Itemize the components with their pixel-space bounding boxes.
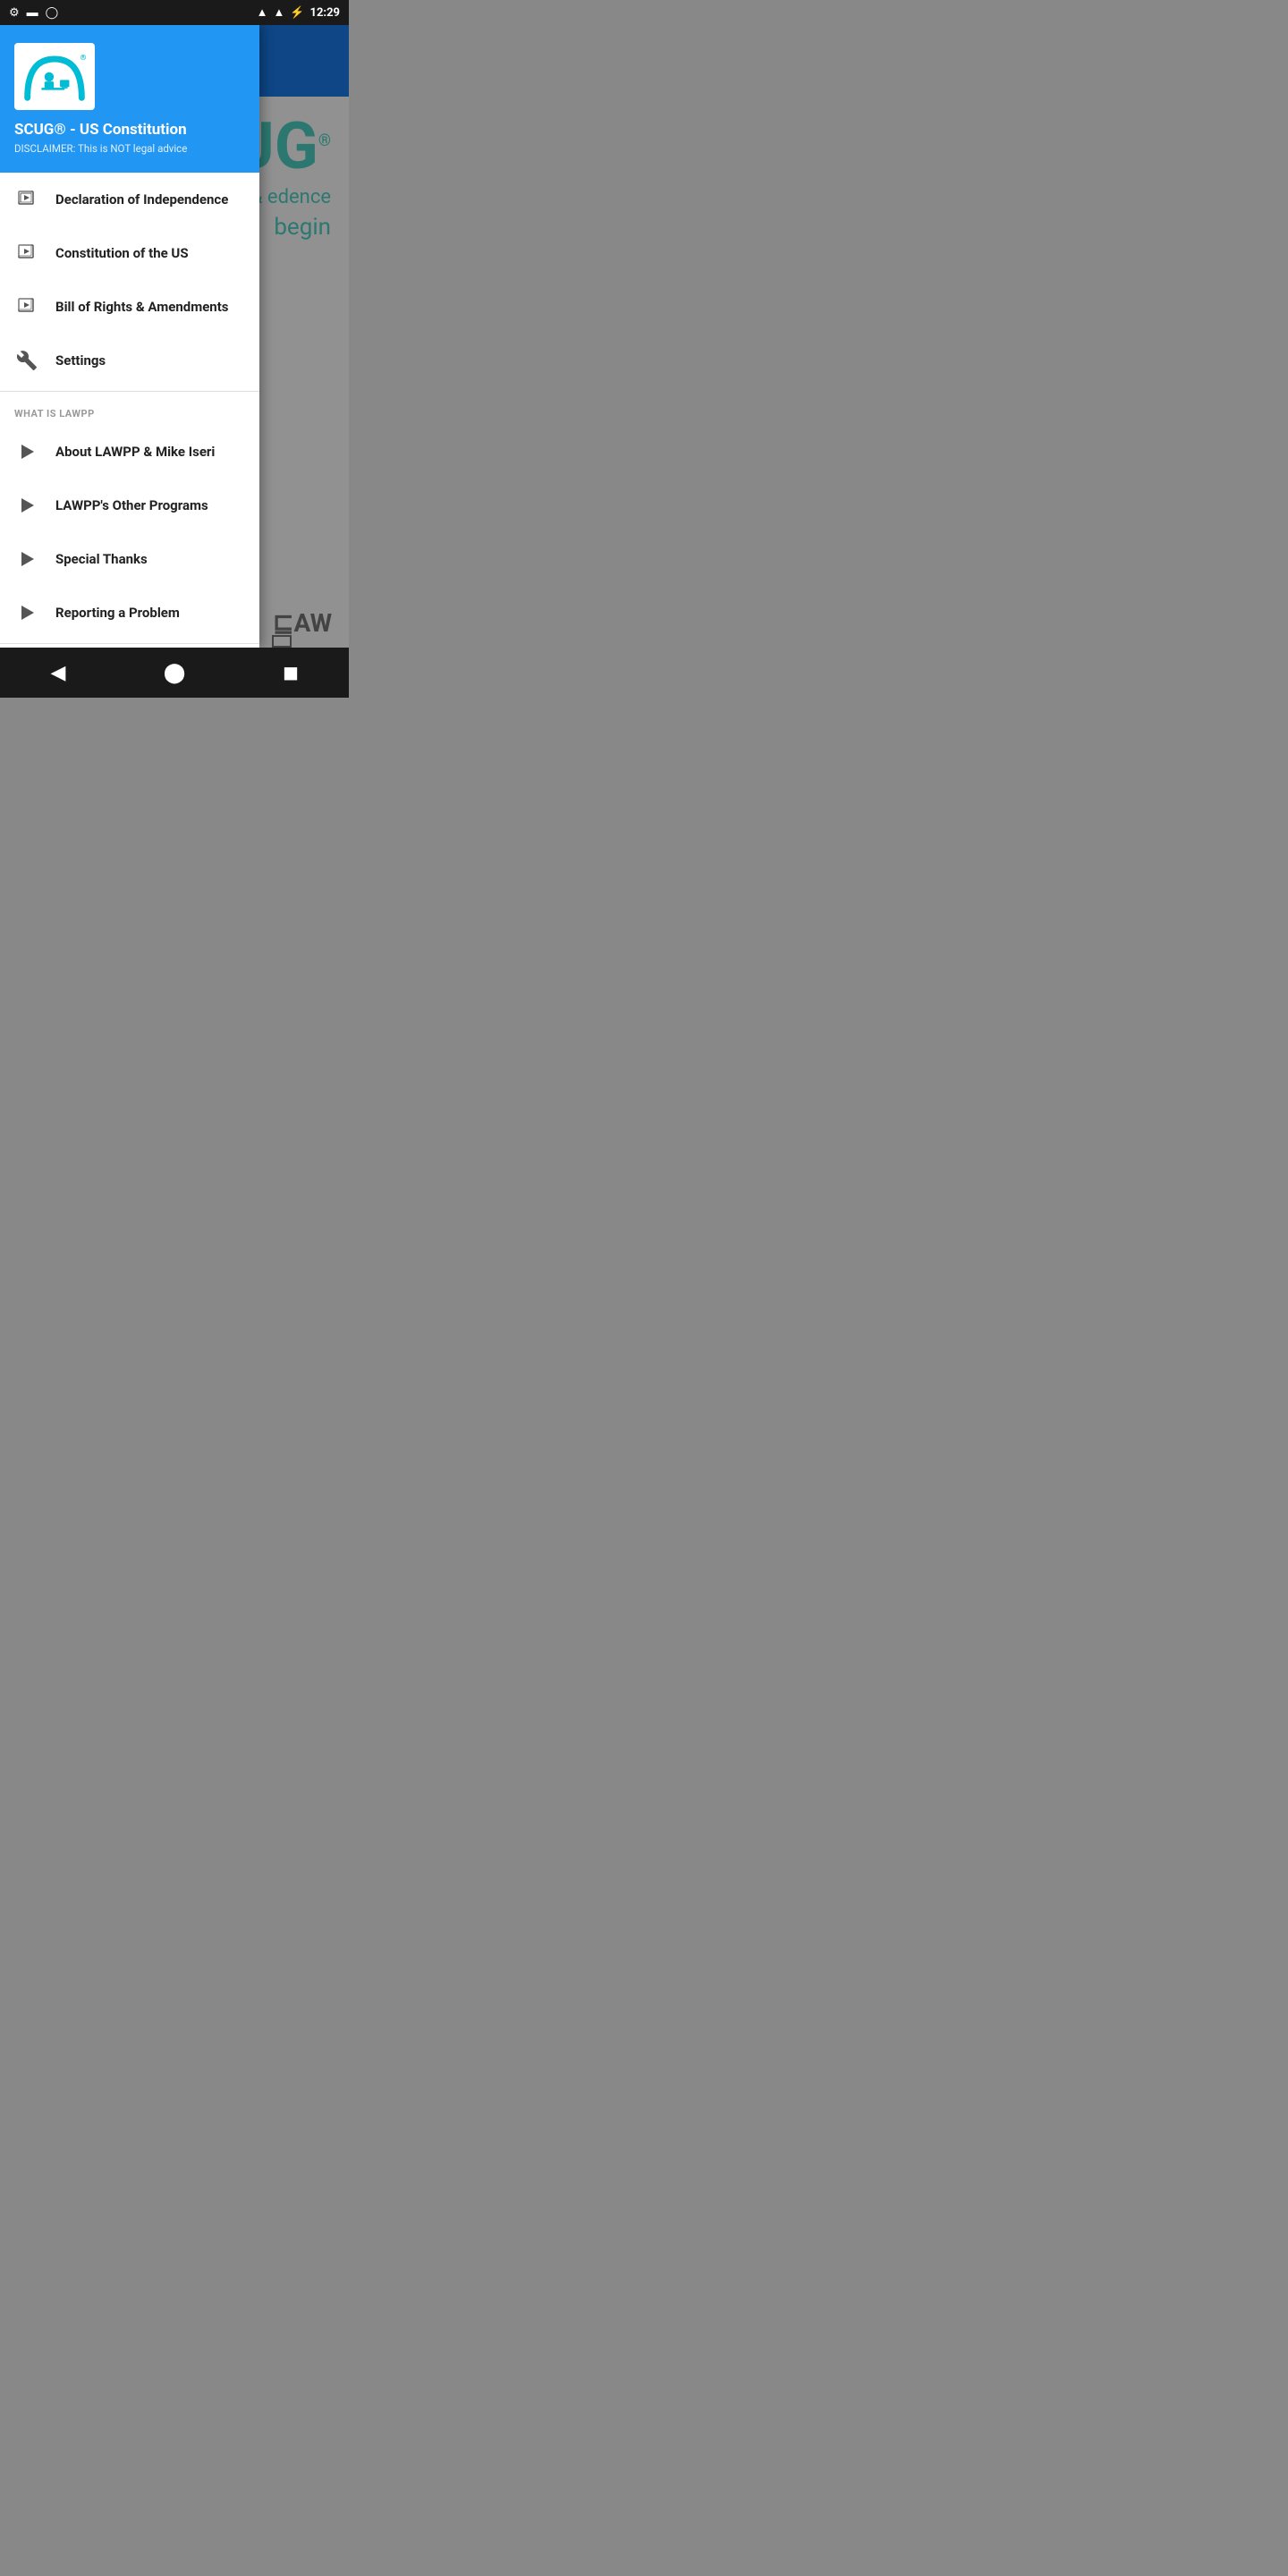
circle-status-icon: ◯ [46,6,59,20]
back-button[interactable]: ◀ [40,655,76,691]
video-library-icon-2 [14,241,39,266]
svg-text:®: ® [80,54,87,63]
play-icon-2 [14,493,39,518]
recent-button[interactable]: ◼ [273,655,309,691]
play-icon-4 [14,600,39,625]
drawer-menu-main: Declaration of Independence Constitution… [0,173,259,648]
status-time: 12:29 [310,6,341,20]
menu-item-report-problem[interactable]: Reporting a Problem [0,586,259,640]
menu-item-declaration[interactable]: Declaration of Independence [0,173,259,226]
menu-label-bill-of-rights: Bill of Rights & Amendments [55,299,229,315]
drawer-scrim[interactable] [259,25,349,648]
menu-label-special-thanks: Special Thanks [55,551,148,567]
video-library-icon-1 [14,187,39,212]
menu-item-special-thanks[interactable]: Special Thanks [0,532,259,586]
navigation-drawer: ® SCUG® - US Constitution DISCLAIMER: Th… [0,25,259,648]
drawer-header: ® SCUG® - US Constitution DISCLAIMER: Th… [0,25,259,173]
drawer-app-name: SCUG® - US Constitution [14,121,245,139]
menu-item-constitution[interactable]: Constitution of the US [0,226,259,280]
home-button[interactable]: ⬤ [157,655,192,691]
menu-item-settings[interactable]: Settings [0,334,259,387]
menu-item-about[interactable]: About LAWPP & Mike Iseri [0,425,259,479]
divider-2 [0,643,259,644]
status-icons-right: ▲ ▲ ⚡ 12:29 [257,5,340,20]
menu-label-other-programs: LAWPP's Other Programs [55,497,208,513]
play-icon-3 [14,547,39,572]
menu-label-declaration: Declaration of Independence [55,191,228,208]
menu-label-about: About LAWPP & Mike Iseri [55,444,215,460]
menu-item-bill-of-rights[interactable]: Bill of Rights & Amendments [0,280,259,334]
menu-label-settings: Settings [55,352,106,369]
menu-label-report-problem: Reporting a Problem [55,605,180,621]
settings-status-icon: ⚙ [9,6,20,20]
drawer-disclaimer: DISCLAIMER: This is NOT legal advice [14,142,245,155]
status-bar: ⚙ ▬ ◯ ▲ ▲ ⚡ 12:29 [0,0,349,25]
video-library-icon-3 [14,294,39,319]
sd-card-status-icon: ▬ [27,5,38,20]
menu-item-other-programs[interactable]: LAWPP's Other Programs [0,479,259,532]
menu-label-constitution: Constitution of the US [55,245,189,261]
divider-1 [0,391,259,392]
status-icons-left: ⚙ ▬ ◯ [9,5,58,20]
wifi-icon: ▲ [257,5,268,20]
app-logo: ® [14,43,95,110]
wrench-icon [14,348,39,373]
section-header-lawpp: WHAT IS LAWPP [0,395,259,425]
signal-icon: ▲ [273,5,284,20]
battery-icon: ⚡ [290,6,304,20]
navigation-bar: ◀ ⬤ ◼ [0,648,349,698]
play-icon-1 [14,439,39,464]
